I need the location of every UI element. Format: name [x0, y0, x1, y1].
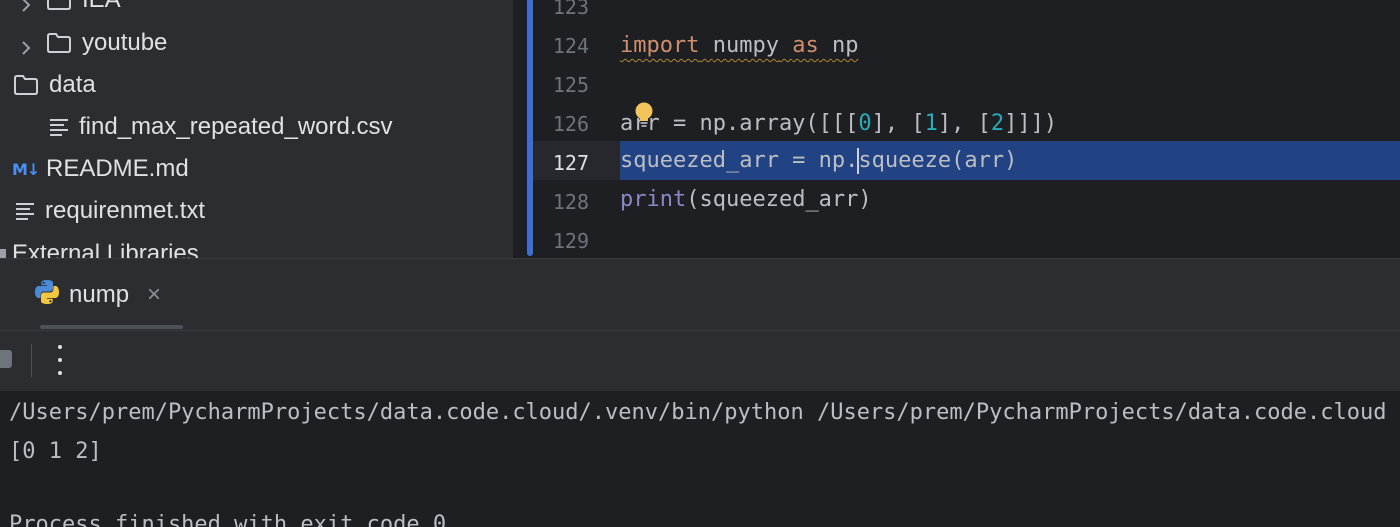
code-line-126[interactable]: arr = np.array([[[0], [1], [2]]]) — [620, 104, 1057, 143]
project-tree: IEA youtube data find_max_repeated_word.… — [0, 0, 513, 258]
tree-item-label: data — [49, 71, 96, 98]
code-line-128[interactable]: print(squeezed_arr) — [620, 180, 872, 219]
ide-window: IEA youtube data find_max_repeated_word.… — [0, 0, 1400, 527]
module-name: numpy — [712, 33, 779, 58]
tree-item-requirements[interactable]: requirenmet.txt — [0, 190, 513, 232]
code-token: squeeze(arr) — [858, 148, 1018, 173]
stop-icon[interactable] — [0, 350, 12, 368]
unused-import-warning[interactable]: import numpy as np — [620, 33, 858, 58]
run-tab-label: nump — [69, 281, 130, 308]
close-icon[interactable]: × — [147, 283, 161, 307]
code-token: ], [ — [937, 111, 991, 136]
code-token: ]]]) — [1004, 111, 1058, 136]
tree-item-csv-file[interactable]: find_max_repeated_word.csv — [0, 106, 513, 148]
tree-item-iea[interactable]: IEA — [0, 0, 513, 21]
folder-icon — [46, 32, 72, 54]
line-number: 129 — [552, 229, 589, 253]
python-icon — [33, 278, 61, 313]
tree-item-label: IEA — [82, 0, 121, 14]
text-file-icon — [15, 201, 35, 221]
run-panel-header: nump × — [0, 259, 1400, 331]
line-number: 124 — [552, 34, 589, 58]
code-line-124[interactable]: import numpy as np — [620, 26, 858, 65]
code-token: arr = np.array([[[ — [620, 111, 859, 136]
run-console-output[interactable]: /Users/prem/PycharmProjects/data.code.cl… — [0, 391, 1400, 527]
code-token: ], [ — [871, 111, 925, 136]
folder-icon — [13, 74, 39, 96]
more-options-icon[interactable] — [48, 345, 72, 375]
tree-item-data[interactable]: data — [0, 64, 513, 106]
tree-item-label: youtube — [82, 29, 168, 56]
chevron-right-icon[interactable] — [18, 35, 34, 55]
tree-item-label: External Libraries — [12, 240, 199, 258]
tree-item-label: find_max_repeated_word.csv — [79, 113, 393, 140]
module-alias: np — [831, 33, 859, 58]
lightbulb-icon[interactable] — [634, 102, 654, 128]
tree-item-label: requirenmet.txt — [45, 197, 206, 224]
line-number: 123 — [552, 0, 589, 19]
library-icon — [0, 249, 6, 258]
code-editor[interactable]: 123 124 125 126 127 128 129 import numpy… — [533, 0, 1400, 258]
text-file-icon — [49, 117, 69, 137]
tree-item-external-libraries[interactable]: External Libraries — [0, 233, 513, 258]
code-line-127[interactable]: squeezed_arr = np.squeeze(arr) — [620, 141, 1017, 180]
number-literal: 2 — [990, 111, 1005, 136]
panel-divider[interactable] — [513, 0, 527, 258]
number-literal: 1 — [924, 111, 938, 136]
tree-item-label: README.md — [46, 155, 189, 182]
chevron-right-icon[interactable] — [18, 0, 34, 12]
line-number-current: 127 — [552, 151, 589, 175]
folder-icon — [46, 0, 72, 11]
console-line-command: /Users/prem/PycharmProjects/data.code.cl… — [9, 400, 1387, 425]
keyword-as: as — [792, 33, 819, 58]
markdown-icon: M↓ — [12, 159, 40, 179]
run-toolbar — [0, 331, 1400, 391]
code-token: squeezed_arr = np. — [620, 148, 859, 173]
keyword-import: import — [620, 33, 700, 58]
toolbar-separator — [31, 344, 32, 377]
active-tab-indicator — [40, 325, 183, 329]
line-number: 128 — [552, 190, 589, 214]
tree-item-readme[interactable]: M↓ README.md — [0, 148, 513, 190]
code-token: (squeezed_arr) — [686, 187, 872, 212]
line-number: 125 — [552, 73, 589, 97]
console-line-exit-status: Process finished with exit code 0 — [9, 512, 447, 527]
tree-item-youtube[interactable]: youtube — [0, 22, 513, 64]
builtin-function: print — [620, 187, 687, 212]
run-tab-nump[interactable]: nump × — [33, 275, 161, 315]
line-number: 126 — [552, 112, 589, 136]
console-line-output: [0 1 2] — [9, 439, 102, 464]
number-literal: 0 — [858, 111, 872, 136]
